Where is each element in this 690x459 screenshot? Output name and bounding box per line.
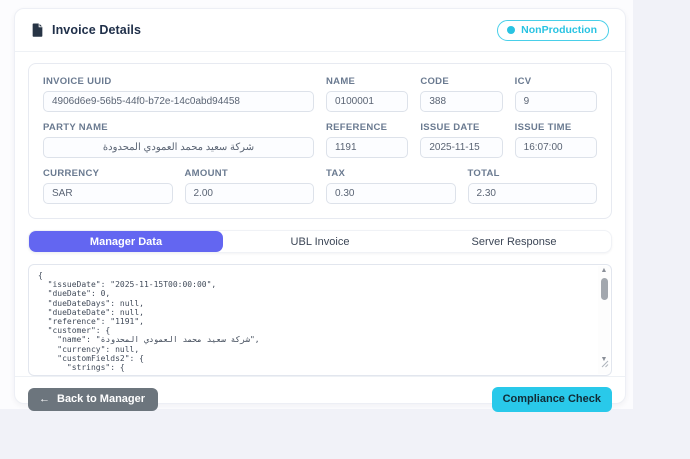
environment-badge[interactable]: NonProduction xyxy=(497,19,609,41)
invoice-form-panel: INVOICE UUID NAME CODE ICV PARTY NAME RE… xyxy=(28,63,612,219)
scrollbar-thumb[interactable] xyxy=(600,278,608,300)
field-label: PARTY NAME xyxy=(43,122,108,133)
manager-data-json-textarea[interactable]: { "issueDate": "2025-11-15T00:00:00", "d… xyxy=(29,265,598,375)
scroll-up-icon[interactable]: ▲ xyxy=(601,266,608,275)
tab-manager-data[interactable]: Manager Data xyxy=(29,231,223,252)
field-input-party-name[interactable] xyxy=(43,137,314,158)
field-label: AMOUNT xyxy=(184,168,228,179)
form-field-tax: TAX xyxy=(326,168,456,204)
field-input-name[interactable] xyxy=(326,91,409,112)
field-input-total[interactable] xyxy=(467,183,597,204)
form-field-code: CODE xyxy=(420,76,503,112)
field-label: ISSUE DATE xyxy=(420,122,480,133)
field-input-currency[interactable] xyxy=(43,183,173,204)
tab-bar: Manager Data UBL Invoice Server Response xyxy=(28,230,612,253)
field-label: TOTAL xyxy=(467,168,500,179)
field-label: ICV xyxy=(514,76,532,87)
field-label: TAX xyxy=(326,168,346,179)
compliance-check-button[interactable]: Compliance Check xyxy=(491,386,612,412)
field-label: CODE xyxy=(420,76,449,87)
field-input-issue-time[interactable] xyxy=(514,137,597,158)
page-title: Invoice Details xyxy=(52,23,142,37)
form-field-invoice-uuid: INVOICE UUID xyxy=(43,76,314,112)
status-dot-icon xyxy=(507,25,516,34)
field-label: ISSUE TIME xyxy=(514,122,572,133)
form-field-total: TOTAL xyxy=(467,168,597,204)
card-header: Invoice Details NonProduction xyxy=(15,9,625,52)
tab-ubl-invoice[interactable]: UBL Invoice xyxy=(223,231,417,252)
resize-grip-icon[interactable] xyxy=(601,355,609,373)
invoice-details-card: Invoice Details NonProduction INVOICE UU… xyxy=(14,8,626,412)
field-input-amount[interactable] xyxy=(184,183,314,204)
form-field-reference: REFERENCE xyxy=(326,122,409,158)
card-body: INVOICE UUID NAME CODE ICV PARTY NAME RE… xyxy=(15,52,625,376)
field-input-invoice-uuid[interactable] xyxy=(43,91,314,112)
form-field-currency: CURRENCY xyxy=(43,168,173,204)
card-footer: ← Back to Manager Compliance Check xyxy=(15,376,625,421)
form-field-amount: AMOUNT xyxy=(184,168,314,204)
field-input-code[interactable] xyxy=(420,91,503,112)
tab-server-response[interactable]: Server Response xyxy=(417,231,611,252)
header-left: Invoice Details xyxy=(31,23,141,37)
field-input-reference[interactable] xyxy=(326,137,409,158)
code-editor-wrap: { "issueDate": "2025-11-15T00:00:00", "d… xyxy=(28,264,612,376)
field-label: CURRENCY xyxy=(43,168,100,179)
left-arrow-icon: ← xyxy=(39,392,50,405)
form-field-issue-date: ISSUE DATE xyxy=(420,122,503,158)
field-label: INVOICE UUID xyxy=(43,76,112,87)
document-icon xyxy=(31,23,44,37)
field-input-icv[interactable] xyxy=(514,91,597,112)
field-label: NAME xyxy=(326,76,356,87)
field-input-issue-date[interactable] xyxy=(420,137,503,158)
field-input-tax[interactable] xyxy=(326,183,456,204)
back-to-manager-label: Back to Manager xyxy=(57,392,146,405)
form-field-icv: ICV xyxy=(514,76,597,112)
back-to-manager-button[interactable]: ← Back to Manager xyxy=(28,387,159,411)
form-field-issue-time: ISSUE TIME xyxy=(514,122,597,158)
form-field-party-name: PARTY NAME xyxy=(43,122,314,158)
form-field-name: NAME xyxy=(326,76,409,112)
environment-badge-label: NonProduction xyxy=(521,23,597,36)
field-label: REFERENCE xyxy=(326,122,388,133)
